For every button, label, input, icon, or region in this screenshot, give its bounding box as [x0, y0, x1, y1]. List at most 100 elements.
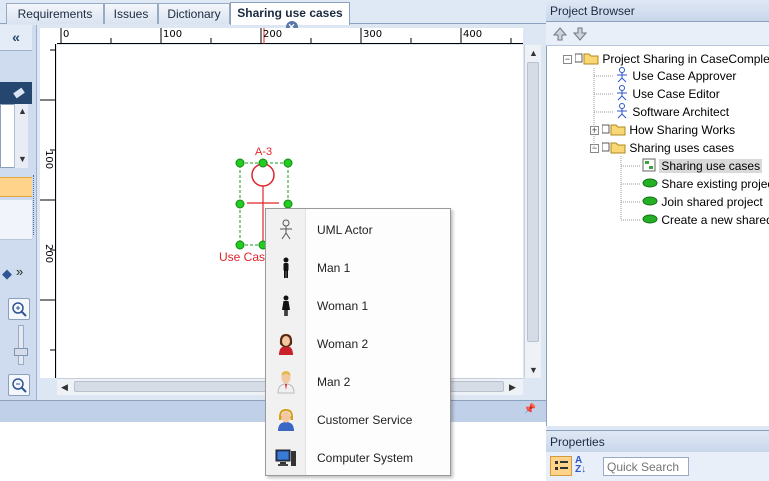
- project-tree[interactable]: − Project Sharing in CaseComple Use Case…: [546, 46, 769, 426]
- scroll-right-arrow-icon[interactable]: ▶: [509, 382, 516, 393]
- categorized-icon: [555, 461, 568, 470]
- woman-silhouette-icon: [282, 295, 290, 316]
- toolbox-section: [0, 200, 32, 240]
- diagram-icon: [642, 158, 656, 172]
- man-silhouette-icon: [283, 257, 289, 278]
- tree-item-usecase[interactable]: Create a new shared: [642, 211, 769, 229]
- menu-item-man-2[interactable]: Man 2: [266, 363, 450, 401]
- ruler-label: 200: [43, 244, 54, 264]
- shape-tool-icon[interactable]: ◆: [2, 266, 12, 282]
- more-chevron-icon[interactable]: »: [16, 264, 23, 279]
- actor-id-label: A-3: [255, 146, 273, 158]
- collapse-toolbox-button[interactable]: «: [0, 25, 32, 51]
- tree-item-label: Use Case Approver: [632, 69, 737, 83]
- actor-icon: [617, 85, 627, 101]
- ruler-ticks: [60, 28, 512, 44]
- usecase-icon: [642, 178, 658, 188]
- tree-item-label: Join shared project: [661, 195, 763, 209]
- move-down-icon[interactable]: [572, 26, 588, 42]
- menu-item-label: Computer System: [317, 451, 414, 465]
- usecase-icon: [642, 214, 658, 224]
- menu-item-label: Man 1: [317, 261, 351, 275]
- menu-item-label: Man 2: [317, 375, 351, 389]
- zoom-in-icon: [12, 302, 27, 317]
- ruler-label: 300: [363, 29, 383, 40]
- scroll-up-arrow-icon[interactable]: ▲: [529, 48, 538, 58]
- stick-figure-icon: [280, 219, 292, 240]
- ruler-label: 200: [263, 29, 283, 40]
- menu-item-man-1[interactable]: Man 1: [266, 249, 450, 287]
- zoom-slider-thumb[interactable]: [14, 348, 28, 356]
- tree-item-usecase[interactable]: Join shared project: [642, 193, 763, 211]
- sort-alphabetical-button[interactable]: A Z↓: [575, 456, 595, 476]
- scroll-down-arrow-icon[interactable]: ▼: [529, 365, 538, 375]
- quick-search-input[interactable]: [603, 457, 689, 476]
- tree-item-project[interactable]: − Project Sharing in CaseComple: [563, 50, 769, 68]
- pin-icon[interactable]: 📌: [524, 404, 536, 415]
- categorized-view-button[interactable]: [550, 456, 572, 476]
- tab-dictionary[interactable]: Dictionary: [158, 3, 230, 24]
- tab-issues[interactable]: Issues: [104, 3, 158, 24]
- tab-label: Issues: [113, 7, 149, 21]
- ruler-label: 0: [63, 29, 70, 40]
- menu-item-label: Woman 2: [317, 337, 369, 351]
- toolbox-highlight-bar[interactable]: [0, 177, 32, 197]
- tree-item-folder[interactable]: + How Sharing Works: [590, 121, 735, 139]
- actor-icon: [617, 67, 627, 83]
- tree-item-actor[interactable]: Software Architect: [615, 103, 729, 121]
- vertical-scroll-thumb[interactable]: [527, 62, 539, 342]
- zoom-in-button[interactable]: [8, 298, 30, 320]
- document-tab-bar: Requirements Issues Dictionary Sharing u…: [0, 0, 546, 33]
- project-browser-toolbar: [546, 22, 769, 46]
- tree-item-folder[interactable]: − Sharing uses cases: [590, 139, 734, 157]
- tree-item-label: Software Architect: [632, 105, 730, 119]
- tree-item-actor[interactable]: Use Case Approver: [615, 67, 736, 85]
- zoom-out-icon: [12, 378, 27, 393]
- menu-item-label: UML Actor: [317, 223, 373, 237]
- zoom-out-button[interactable]: [8, 374, 30, 396]
- folder-icon: [574, 53, 599, 65]
- expand-icon[interactable]: +: [590, 126, 599, 135]
- project-browser-title: Project Browser: [546, 0, 769, 22]
- tree-item-label: Use Case Editor: [632, 87, 720, 101]
- tab-sharing-use-cases[interactable]: Sharing use cases✕: [230, 2, 350, 33]
- collapse-icon[interactable]: −: [563, 55, 572, 64]
- menu-item-woman-1[interactable]: Woman 1: [266, 287, 450, 325]
- menu-item-label: Customer Service: [317, 413, 413, 427]
- computer-icon: [275, 449, 296, 466]
- toolbox-list-scrollbar[interactable]: ▲ ▼: [14, 104, 28, 168]
- ruler-label: 100: [163, 29, 183, 40]
- folder-icon: [601, 124, 626, 136]
- menu-item-woman-2[interactable]: Woman 2: [266, 325, 450, 363]
- zoom-slider[interactable]: [18, 325, 24, 365]
- menu-item-uml-actor[interactable]: UML Actor: [266, 211, 450, 249]
- tree-item-actor[interactable]: Use Case Editor: [615, 85, 720, 103]
- menu-item-label: Woman 1: [317, 299, 369, 313]
- menu-item-computer-system[interactable]: Computer System: [266, 439, 450, 477]
- actor-caption-label[interactable]: Use Cas: [219, 250, 265, 264]
- horizontal-ruler: 0 100 200 300 400: [57, 28, 523, 44]
- tree-item-usecase[interactable]: Share existing projec: [642, 175, 769, 193]
- scroll-up-arrow-icon[interactable]: ▲: [18, 106, 27, 116]
- panel-splitter[interactable]: [33, 175, 37, 235]
- eraser-icon[interactable]: [12, 86, 26, 100]
- scroll-down-arrow-icon[interactable]: ▼: [18, 154, 27, 164]
- move-up-icon[interactable]: [552, 26, 568, 42]
- ruler-label: 100: [43, 150, 54, 170]
- tab-label: Requirements: [17, 7, 93, 21]
- vertical-ruler: 100 200: [40, 44, 56, 378]
- toolbox-icon-row: ◆ »: [0, 262, 32, 286]
- tree-item-label: Create a new shared: [661, 213, 769, 227]
- menu-item-customer-service[interactable]: Customer Service: [266, 401, 450, 439]
- tree-item-diagram[interactable]: Sharing use cases: [642, 157, 763, 175]
- tab-label: Dictionary: [167, 7, 221, 21]
- tree-item-label: Project Sharing in CaseComple: [602, 52, 769, 66]
- tab-requirements[interactable]: Requirements: [6, 3, 104, 24]
- sort-az-icon: A Z↓: [575, 455, 587, 475]
- man-avatar-icon: [277, 371, 295, 394]
- collapse-icon[interactable]: −: [590, 144, 599, 153]
- scroll-left-arrow-icon[interactable]: ◀: [61, 382, 68, 393]
- headset-icon: [278, 408, 294, 431]
- woman-avatar-icon: [279, 334, 293, 355]
- folder-open-icon: [601, 142, 626, 154]
